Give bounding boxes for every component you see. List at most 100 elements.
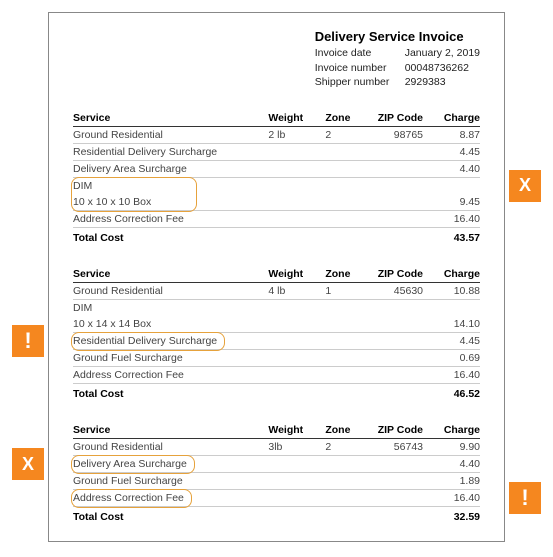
table-row: Ground Residential4 lb14563010.88 [73,283,480,300]
cell-service: Address Correction Fee [73,490,268,507]
cell-charge: 4.45 [423,144,480,161]
th-zip: ZIP Code [366,422,423,439]
th-weight: Weight [268,422,325,439]
cell-weight [268,490,325,507]
cell-service: DIM [73,300,423,317]
table-header-row: Service Weight Zone ZIP Code Charge [73,422,480,439]
th-weight: Weight [268,110,325,127]
cell-service: Residential Delivery Surcharge [73,333,268,350]
shipper-number-value: 2929383 [405,75,446,90]
table-row: Residential Delivery Surcharge 4.45 [73,333,480,350]
total-label: Total Cost [73,228,423,247]
table-row: Ground Residential3lb2567439.90 [73,439,480,456]
cell-charge: 10.88 [423,283,480,300]
th-service: Service [73,422,268,439]
th-zip: ZIP Code [366,110,423,127]
table-row: 10 x 14 x 14 Box14.10 [73,316,480,333]
callout-exclaim-icon: ! [509,482,541,514]
cell-weight [268,350,325,367]
cell-weight: 2 lb [268,127,325,144]
cell-charge: 0.69 [423,350,480,367]
invoice-number-value: 00048736262 [405,61,469,76]
cell-service: Delivery Area Surcharge [73,456,268,473]
th-zone: Zone [325,266,366,283]
table-row: Address Correction Fee 16.40 [73,490,480,507]
table-header-row: Service Weight Zone ZIP Code Charge [73,110,480,127]
total-value: 32.59 [423,507,480,526]
invoice-date-label: Invoice date [315,46,399,61]
cell-weight [268,333,325,350]
invoice-title: Delivery Service Invoice [315,29,480,44]
cell-service: Address Correction Fee [73,211,268,228]
th-service: Service [73,110,268,127]
table-header-row: Service Weight Zone ZIP Code Charge [73,266,480,283]
th-charge: Charge [423,422,480,439]
total-label: Total Cost [73,507,423,526]
invoice-date-value: January 2, 2019 [405,46,480,61]
cell-charge: 4.40 [423,456,480,473]
th-zip: ZIP Code [366,266,423,283]
cell-charge: 8.87 [423,127,480,144]
cell-weight [268,367,325,384]
cell-zip [366,473,423,490]
invoice-page: Delivery Service Invoice Invoice date Ja… [48,12,505,542]
invoice-date-row: Invoice date January 2, 2019 [315,46,480,61]
invoice-table-3: Service Weight Zone ZIP Code Charge Grou… [73,422,480,525]
callout-exclaim-icon: ! [12,325,44,357]
cell-zone [325,490,366,507]
cell-zip [366,144,423,161]
callout-x-icon: X [509,170,541,202]
total-value: 43.57 [423,228,480,247]
cell-zip [366,333,423,350]
cell-charge [423,300,480,317]
table-row: Ground Fuel Surcharge1.89 [73,473,480,490]
cell-weight [268,161,325,178]
cell-charge: 16.40 [423,367,480,384]
total-row: Total Cost32.59 [73,507,480,526]
callout-x-icon: X [12,448,44,480]
cell-zip [366,161,423,178]
total-row: Total Cost46.52 [73,384,480,403]
cell-zone: 1 [325,283,366,300]
cell-charge: 4.45 [423,333,480,350]
cell-zone [325,456,366,473]
cell-weight [268,211,325,228]
cell-zone [325,473,366,490]
cell-zip [366,350,423,367]
cell-weight: 3lb [268,439,325,456]
cell-zip [366,211,423,228]
invoice-number-row: Invoice number 00048736262 [315,61,480,76]
total-value: 46.52 [423,384,480,403]
invoice-table-2: Service Weight Zone ZIP Code Charge Grou… [73,266,480,402]
cell-zip: 98765 [366,127,423,144]
cell-zone [325,211,366,228]
cell-charge: 16.40 [423,490,480,507]
cell-service: Delivery Area Surcharge [73,161,268,178]
cell-zip [366,490,423,507]
table-row: Ground Fuel Surcharge0.69 [73,350,480,367]
th-charge: Charge [423,266,480,283]
cell-service: Residential Delivery Surcharge [73,144,268,161]
cell-zone [325,333,366,350]
cell-service: Ground Residential [73,127,268,144]
cell-zone [325,367,366,384]
cell-zip: 56743 [366,439,423,456]
invoice-header: Delivery Service Invoice Invoice date Ja… [73,29,480,90]
cell-zip [366,456,423,473]
cell-charge: 9.45 [423,194,480,211]
cell-charge: 1.89 [423,473,480,490]
cell-charge: 16.40 [423,211,480,228]
invoice-table-1: Service Weight Zone ZIP Code Charge Grou… [73,110,480,246]
table-row: DIM [73,300,480,317]
cell-charge [423,178,480,195]
cell-charge: 9.90 [423,439,480,456]
cell-service-sub: 10 x 14 x 14 Box [73,316,423,333]
cell-weight [268,144,325,161]
table-row: Address Correction Fee16.40 [73,367,480,384]
cell-weight [268,473,325,490]
th-service: Service [73,266,268,283]
th-charge: Charge [423,110,480,127]
table-row: Residential Delivery Surcharge 4.45 [73,144,480,161]
table-row: Address Correction Fee 16.40 [73,211,480,228]
cell-zone [325,144,366,161]
